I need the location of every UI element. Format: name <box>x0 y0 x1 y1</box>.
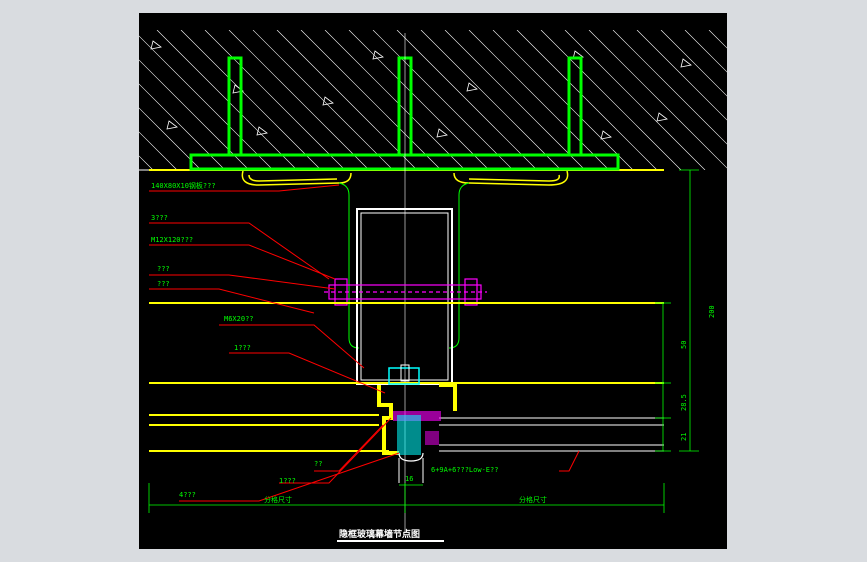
leader-lines <box>149 184 580 502</box>
dim-joint: 16 <box>405 475 413 483</box>
label-seal: ?? <box>314 460 322 468</box>
label-pressure-plate: 1??? <box>234 344 251 352</box>
label-structural-glue: 1??? <box>279 477 296 485</box>
concrete-wall <box>139 30 727 170</box>
through-bolt <box>324 278 487 306</box>
label-washer: ??? <box>157 265 170 273</box>
label-screw: M6X20?? <box>224 315 254 323</box>
drawing-canvas: 140X80X10钢板??? 3??? M12X120??? ??? ??? M… <box>139 13 727 549</box>
bottom-dim-right: 分格尺寸 <box>519 495 547 504</box>
dim-21: 21 <box>680 433 688 441</box>
label-bolt: 3??? <box>151 214 168 222</box>
label-foam-rod: 4??? <box>179 491 196 499</box>
label-bolt-size: M12X120??? <box>151 236 193 244</box>
label-embed-plate: 140X80X10钢板??? <box>151 181 216 190</box>
dim-50: 50 <box>680 341 688 349</box>
label-pad: ??? <box>157 280 170 288</box>
label-glass-spec: 6+9A+6???Low-E?? <box>431 466 498 474</box>
dimension-lines <box>148 169 699 513</box>
dim-total: 200 <box>708 305 716 318</box>
bottom-dim-left: 分格尺寸 <box>264 495 292 504</box>
dim-28-5: 28.5 <box>680 394 688 411</box>
drawing-title: 隐框玻璃幕墙节点图 <box>339 528 420 540</box>
aluminium-mullion <box>356 208 453 385</box>
